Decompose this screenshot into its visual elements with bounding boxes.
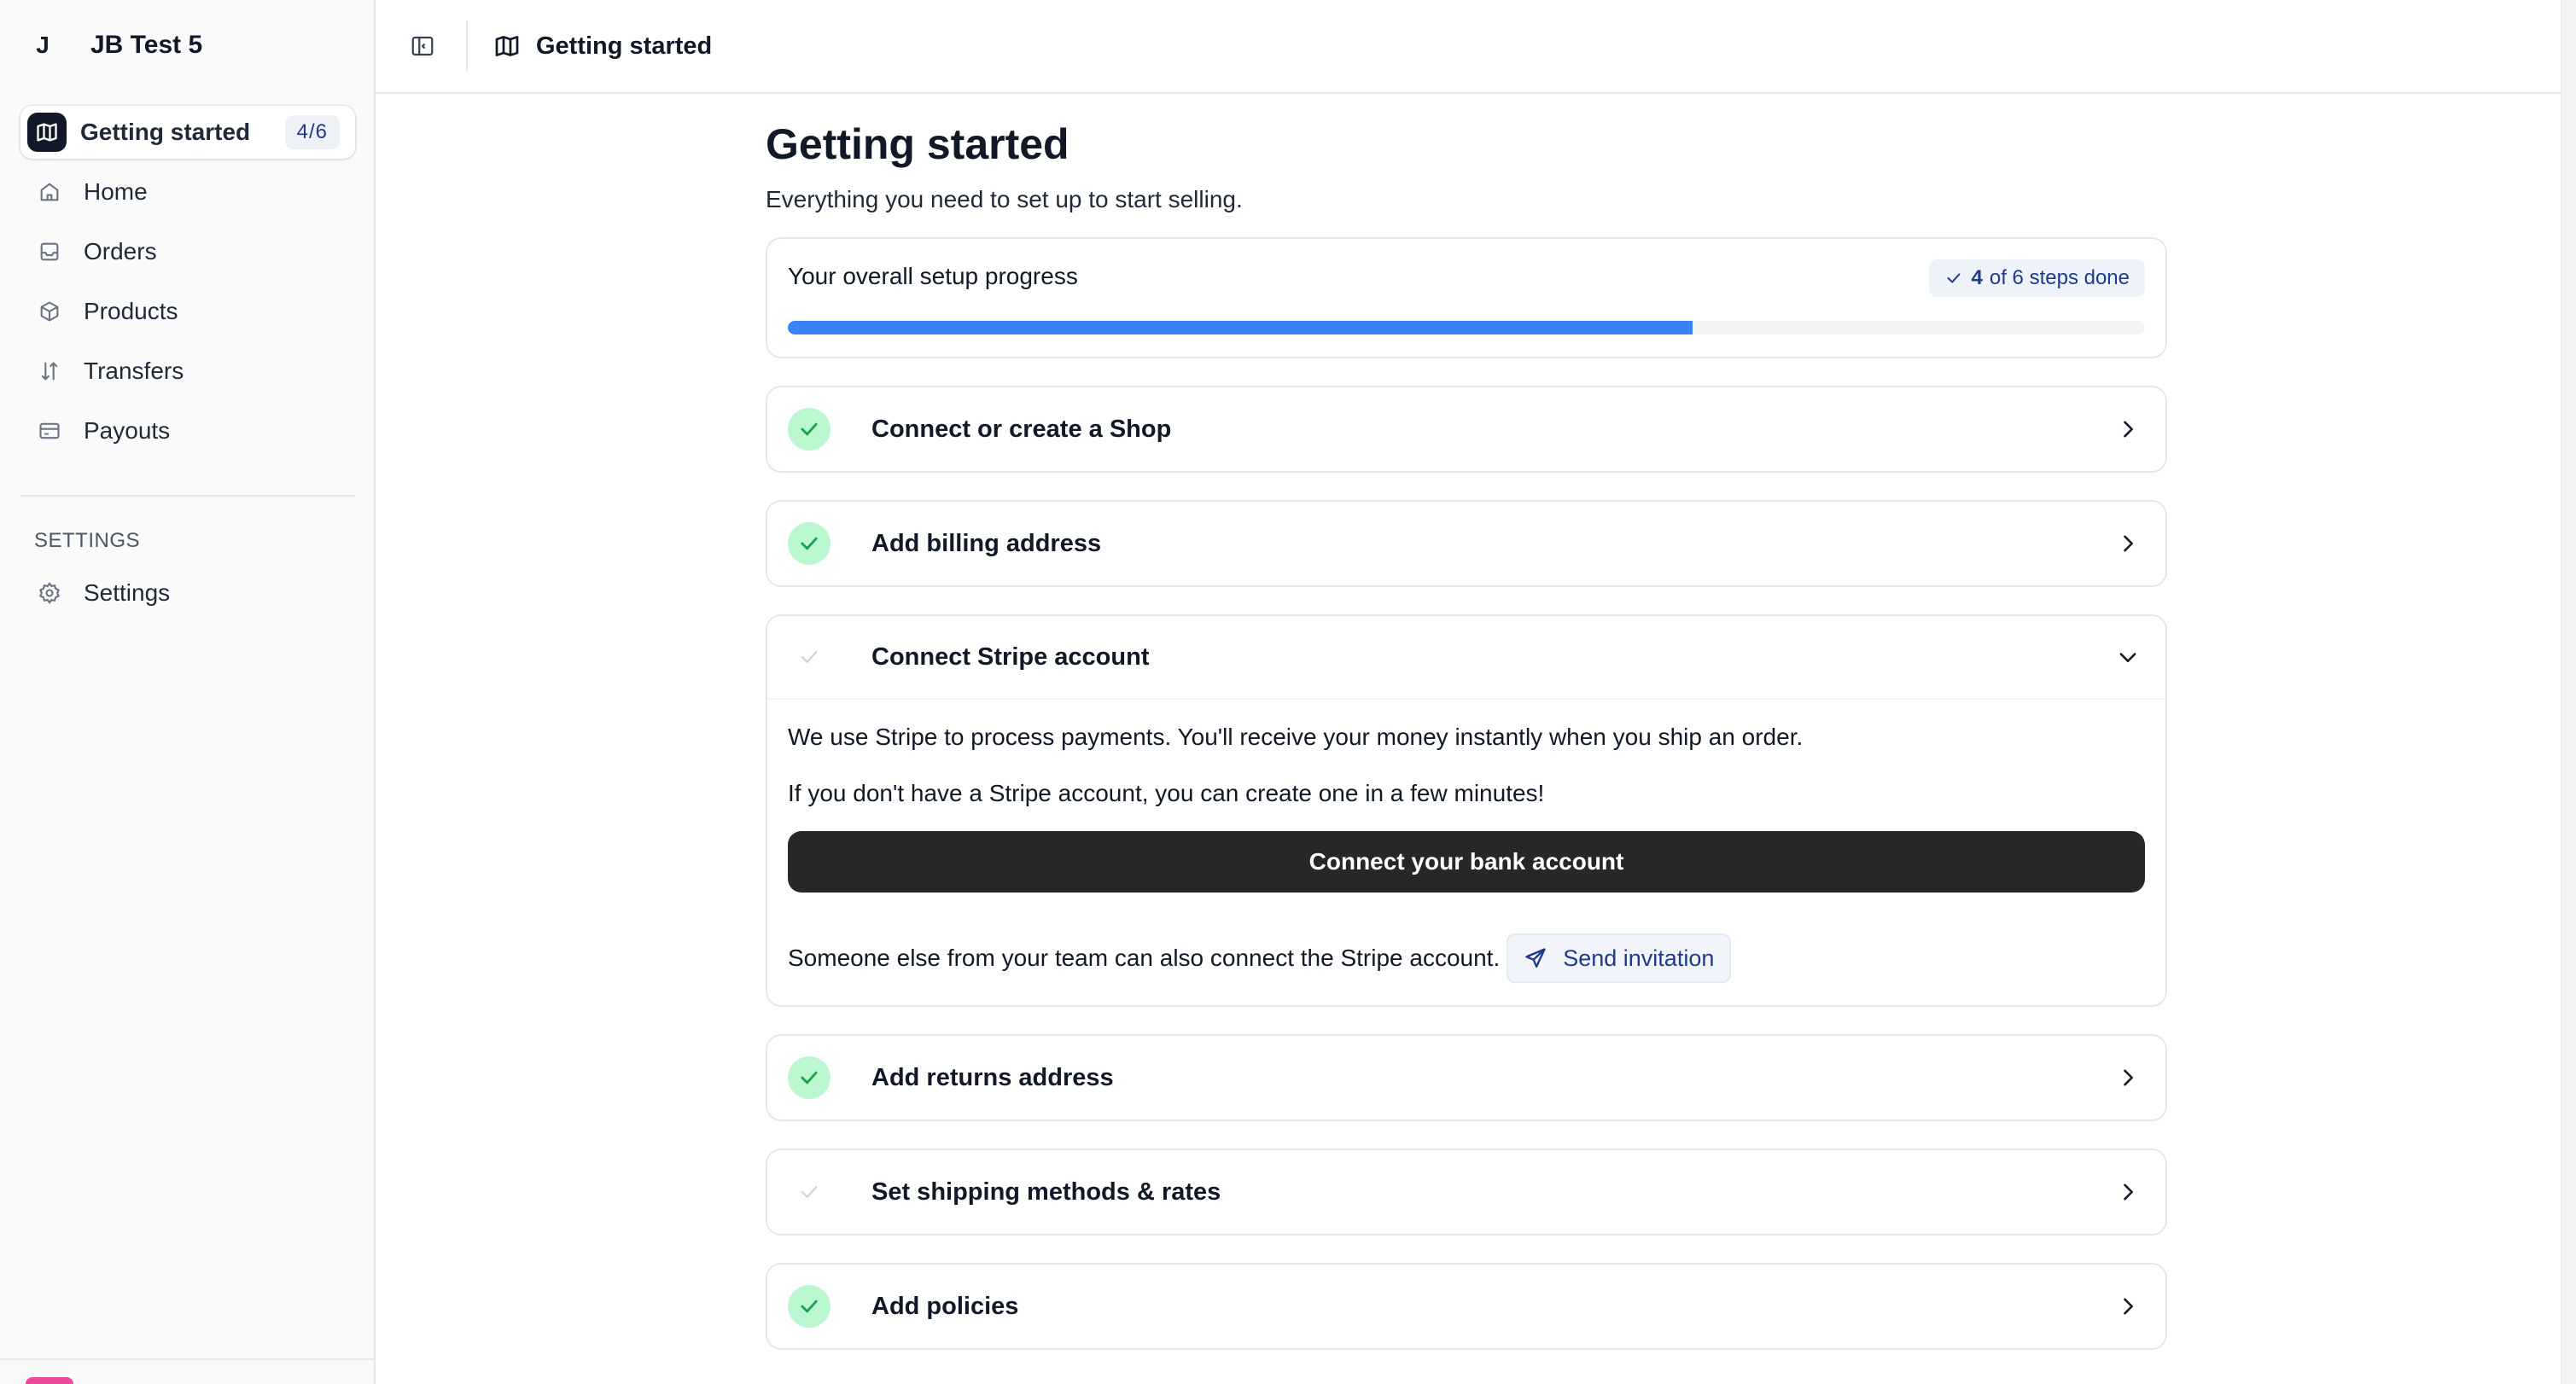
- steps-done-text: of 6 steps done: [1989, 266, 2130, 289]
- sidebar-item-transfers[interactable]: Transfers: [20, 345, 355, 398]
- sidebar-item-payouts[interactable]: Payouts: [20, 404, 355, 457]
- check-icon: [1947, 273, 1960, 283]
- settings-nav: Settings: [20, 567, 355, 626]
- inbox-icon: [36, 238, 63, 265]
- sidebar-footer-divider: [0, 1358, 374, 1360]
- panel-left-icon: [411, 36, 434, 56]
- scrollbar[interactable]: [2561, 0, 2576, 1384]
- sidebar-nav: Getting started 4/6 Home Orders Products: [20, 106, 355, 464]
- chevron-right-icon: [2111, 1061, 2145, 1095]
- sidebar-item-settings[interactable]: Settings: [20, 567, 355, 619]
- step-pending-icon: [788, 636, 830, 678]
- workspace-avatar: J: [36, 32, 50, 58]
- chevron-right-icon: [2111, 1175, 2145, 1209]
- stripe-hint: If you don't have a Stripe account, you …: [788, 780, 1545, 806]
- step-done-icon: [788, 522, 830, 565]
- invite-row: Someone else from your team can also con…: [788, 933, 2145, 983]
- settings-section-title: SETTINGS: [34, 529, 141, 552]
- sidebar-item-label: Payouts: [84, 417, 171, 444]
- step-body: We use Stripe to process payments. You'l…: [767, 724, 2165, 983]
- sidebar-item-label: Orders: [84, 238, 157, 265]
- main-content: Getting started Everything you need to s…: [766, 119, 2167, 1350]
- sidebar-item-label: Settings: [84, 579, 171, 606]
- invite-text: Someone else from your team can also con…: [788, 945, 1501, 971]
- step-title: Add policies: [871, 1292, 1019, 1320]
- sidebar: J JB Test 5 Getting started 4/6 Home Ord…: [0, 0, 376, 1384]
- chevron-right-icon: [2111, 526, 2145, 561]
- sidebar-item-label: Getting started: [80, 119, 251, 145]
- user-avatar[interactable]: [26, 1377, 73, 1384]
- send-icon: [1525, 948, 1546, 968]
- steps-done-badge: 4 of 6 steps done: [1928, 259, 2145, 297]
- map-icon: [493, 32, 522, 61]
- sidebar-toggle-button[interactable]: [399, 23, 446, 69]
- steps-done-count: 4: [1971, 266, 1983, 289]
- step-billing-address[interactable]: Add billing address: [766, 500, 2167, 587]
- chevron-down-icon: [2111, 640, 2145, 674]
- step-title: Add returns address: [871, 1063, 1114, 1091]
- map-icon: [27, 113, 67, 152]
- step-header[interactable]: Connect Stripe account: [767, 616, 2165, 700]
- top-bar: Getting started: [376, 0, 2561, 94]
- sidebar-item-orders[interactable]: Orders: [20, 225, 355, 278]
- sidebar-item-getting-started[interactable]: Getting started 4/6: [20, 106, 355, 159]
- page-title: Getting started: [766, 120, 1069, 168]
- progress-label: Your overall setup progress: [788, 263, 1078, 289]
- step-connect-stripe: Connect Stripe account We use Stripe to …: [766, 614, 2167, 1007]
- chevron-right-icon: [2111, 1289, 2145, 1323]
- send-invitation-label: Send invitation: [1563, 945, 1715, 971]
- sidebar-item-products[interactable]: Products: [20, 285, 355, 338]
- progress-count-badge: 4/6: [284, 115, 340, 149]
- progress-track: [788, 321, 2145, 334]
- sidebar-item-label: Transfers: [84, 358, 184, 384]
- arrows-vertical-icon: [36, 358, 63, 385]
- send-invitation-button[interactable]: Send invitation: [1507, 933, 1732, 983]
- sidebar-item-label: Home: [84, 178, 148, 205]
- step-done-icon: [788, 1056, 830, 1099]
- chevron-right-icon: [2111, 412, 2145, 446]
- step-returns-address[interactable]: Add returns address: [766, 1034, 2167, 1121]
- home-icon: [36, 178, 63, 206]
- connect-bank-account-button[interactable]: Connect your bank account: [788, 831, 2145, 893]
- progress-fill: [788, 321, 1693, 334]
- sidebar-divider: [20, 495, 355, 497]
- stripe-description: We use Stripe to process payments. You'l…: [788, 724, 1804, 750]
- step-add-policies[interactable]: Add policies: [766, 1263, 2167, 1350]
- step-done-icon: [788, 408, 830, 451]
- box-icon: [36, 298, 63, 325]
- topbar-separator: [466, 20, 468, 72]
- step-shipping-methods[interactable]: Set shipping methods & rates: [766, 1148, 2167, 1236]
- sidebar-item-label: Products: [84, 298, 178, 324]
- sidebar-item-home[interactable]: Home: [20, 166, 355, 218]
- gear-icon: [36, 579, 63, 607]
- step-title: Connect Stripe account: [871, 643, 1150, 671]
- setup-progress-card: Your overall setup progress 4 of 6 steps…: [766, 237, 2167, 358]
- page-subtitle: Everything you need to set up to start s…: [766, 186, 1243, 212]
- step-title: Connect or create a Shop: [871, 415, 1172, 443]
- breadcrumb-title: Getting started: [536, 32, 713, 60]
- step-pending-icon: [788, 1171, 830, 1213]
- workspace-name: JB Test 5: [90, 31, 203, 59]
- step-title: Set shipping methods & rates: [871, 1178, 1221, 1206]
- step-connect-shop[interactable]: Connect or create a Shop: [766, 386, 2167, 473]
- credit-card-icon: [36, 417, 63, 445]
- step-title: Add billing address: [871, 529, 1102, 557]
- step-done-icon: [788, 1285, 830, 1328]
- workspace-switcher[interactable]: J JB Test 5: [26, 24, 202, 67]
